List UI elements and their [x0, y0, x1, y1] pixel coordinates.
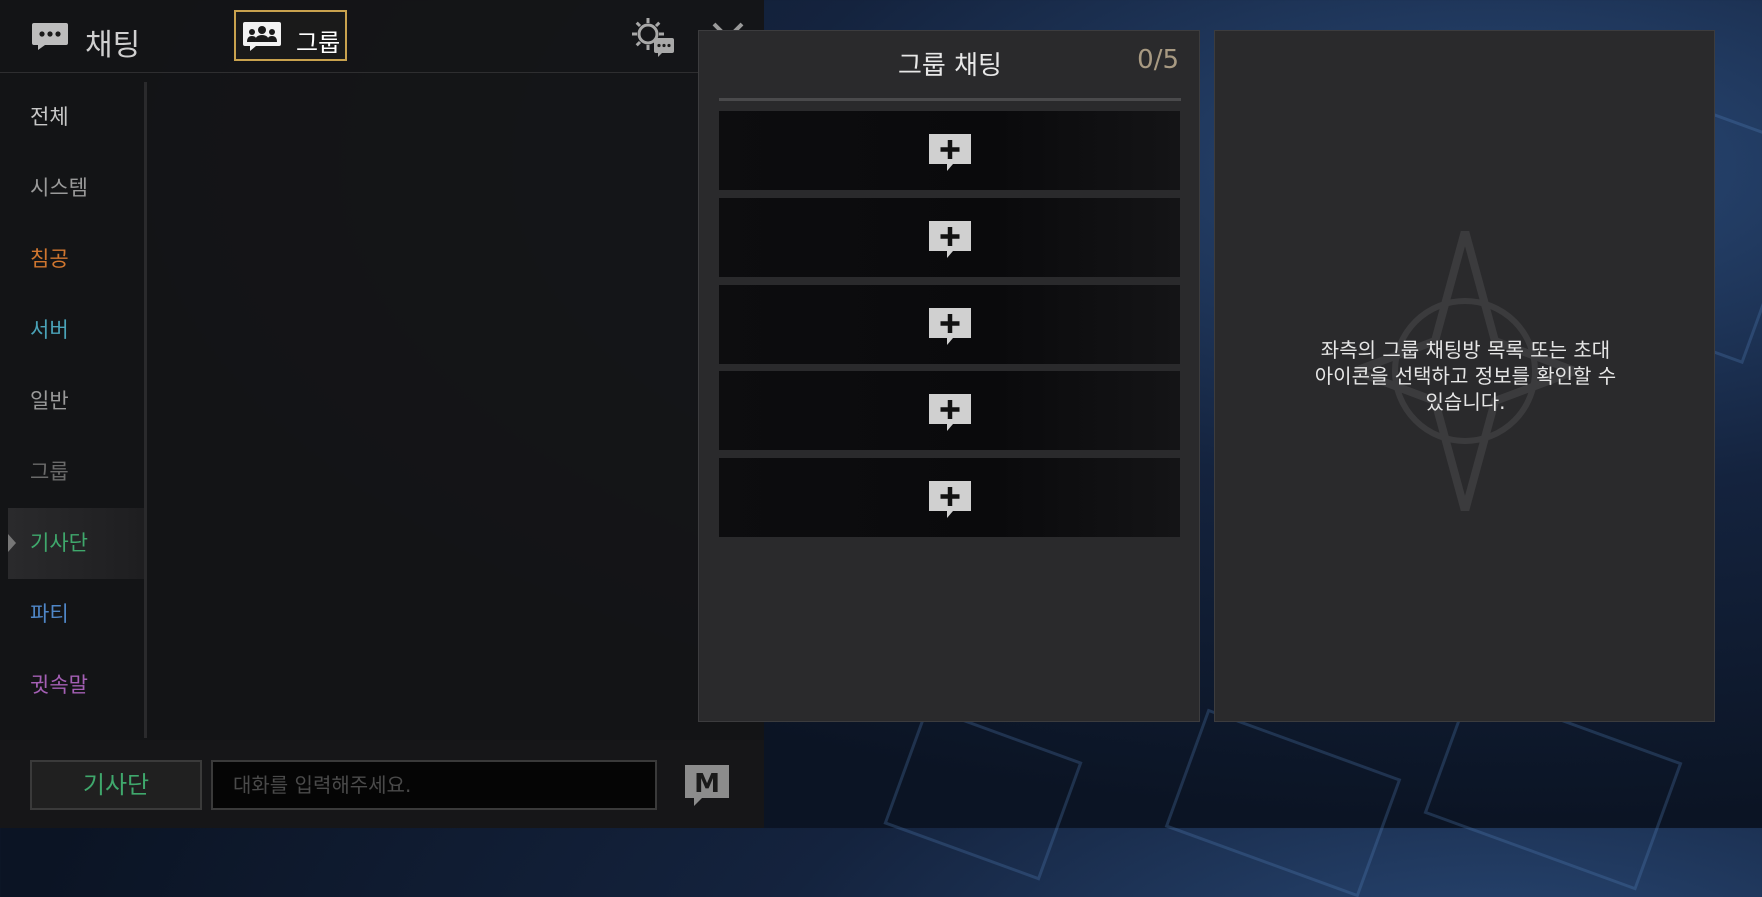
- macro-icon[interactable]: M: [682, 762, 732, 808]
- background-tile: [1164, 708, 1402, 897]
- sidebar-item-invasion[interactable]: 침공: [8, 224, 144, 295]
- chat-input[interactable]: [211, 760, 657, 810]
- group-chat-slot[interactable]: [719, 285, 1180, 364]
- add-chat-icon: [929, 221, 971, 258]
- group-chat-slot[interactable]: [719, 111, 1180, 190]
- divider: [719, 98, 1181, 101]
- sidebar-item-system[interactable]: 시스템: [8, 153, 144, 224]
- sidebar-item-party[interactable]: 파티: [8, 579, 144, 650]
- chat-header: 채팅 그룹: [0, 0, 764, 73]
- chat-panel: 채팅 그룹 전체 시스템 침공 서버 일반 그룹 기사단 파티 귓속말 기사단 …: [0, 0, 764, 828]
- group-tab-label: 그룹: [296, 29, 341, 57]
- chat-message-area[interactable]: [148, 82, 748, 738]
- add-chat-icon: [929, 394, 971, 431]
- add-chat-icon: [929, 481, 971, 518]
- sidebar-item-server[interactable]: 서버: [8, 295, 144, 366]
- add-chat-icon: [929, 308, 971, 345]
- chat-settings-icon[interactable]: [628, 14, 676, 58]
- chat-title: 채팅: [85, 28, 141, 63]
- group-info-message: 좌측의 그룹 채팅방 목록 또는 초대 아이콘을 선택하고 정보를 확인할 수 …: [1314, 338, 1617, 414]
- sidebar-item-knights[interactable]: 기사단: [8, 508, 144, 579]
- chat-bubble-icon: [32, 23, 68, 50]
- group-chat-tab[interactable]: 그룹: [234, 10, 347, 61]
- group-chat-panel: 그룹 채팅 0/5: [698, 30, 1200, 722]
- sidebar-item-whisper[interactable]: 귓속말: [8, 650, 144, 721]
- macro-icon-letter: M: [694, 769, 720, 799]
- group-info-panel: 좌측의 그룹 채팅방 목록 또는 초대 아이콘을 선택하고 정보를 확인할 수 …: [1214, 30, 1715, 722]
- sidebar-item-group[interactable]: 그룹: [8, 437, 144, 508]
- sidebar-item-all[interactable]: 전체: [8, 82, 144, 153]
- group-chat-slot[interactable]: [719, 371, 1180, 450]
- group-icon: [243, 22, 281, 51]
- sidebar-item-general[interactable]: 일반: [8, 366, 144, 437]
- add-chat-icon: [929, 134, 971, 171]
- background-tile: [883, 705, 1083, 881]
- group-chat-count: 0/5: [1137, 45, 1179, 75]
- channel-select-button[interactable]: 기사단: [30, 760, 202, 810]
- channel-sidebar: 전체 시스템 침공 서버 일반 그룹 기사단 파티 귓속말: [8, 82, 147, 738]
- group-chat-title: 그룹 채팅: [898, 51, 1002, 81]
- group-chat-slot[interactable]: [719, 198, 1180, 277]
- group-chat-slot[interactable]: [719, 458, 1180, 537]
